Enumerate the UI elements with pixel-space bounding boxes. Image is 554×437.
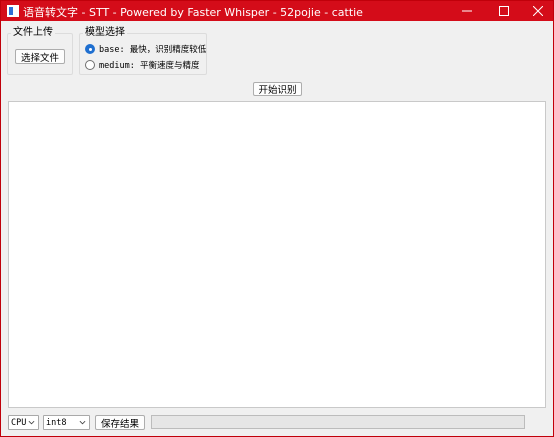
minimize-icon: [462, 10, 472, 12]
main-window: 语音转文字 - STT - Powered by Faster Whisper …: [0, 0, 554, 437]
close-button[interactable]: [521, 1, 554, 21]
progress-bar: [151, 415, 525, 429]
precision-select[interactable]: int8: [43, 415, 90, 430]
chevron-down-icon: [79, 420, 86, 425]
maximize-button[interactable]: [487, 1, 521, 21]
file-upload-legend: 文件上传: [13, 27, 53, 38]
result-text-area[interactable]: [8, 101, 546, 408]
model-select-legend: 模型选择: [85, 27, 125, 38]
radio-base-label: base: 最快，识别精度较低: [99, 45, 207, 55]
choose-file-button[interactable]: 选择文件: [15, 49, 65, 64]
precision-select-value: int8: [46, 417, 67, 428]
chevron-down-icon: [28, 420, 35, 425]
radio-base[interactable]: base: 最快，识别精度较低: [85, 43, 206, 55]
app-icon: [7, 5, 19, 17]
window-title: 语音转文字 - STT - Powered by Faster Whisper …: [23, 6, 363, 19]
radio-base-indicator[interactable]: [85, 44, 95, 54]
radio-medium-indicator[interactable]: [85, 60, 95, 70]
maximize-icon: [499, 6, 509, 16]
minimize-button[interactable]: [450, 1, 484, 21]
radio-medium-label: medium: 平衡速度与精度: [99, 61, 200, 71]
title-bar[interactable]: 语音转文字 - STT - Powered by Faster Whisper …: [1, 1, 553, 21]
save-result-button[interactable]: 保存结果: [95, 415, 145, 430]
radio-medium[interactable]: medium: 平衡速度与精度: [85, 59, 199, 71]
start-recognition-button[interactable]: 开始识别: [253, 82, 302, 96]
device-select[interactable]: CPU: [8, 415, 39, 430]
close-icon: [533, 6, 543, 16]
device-select-value: CPU: [11, 417, 27, 428]
